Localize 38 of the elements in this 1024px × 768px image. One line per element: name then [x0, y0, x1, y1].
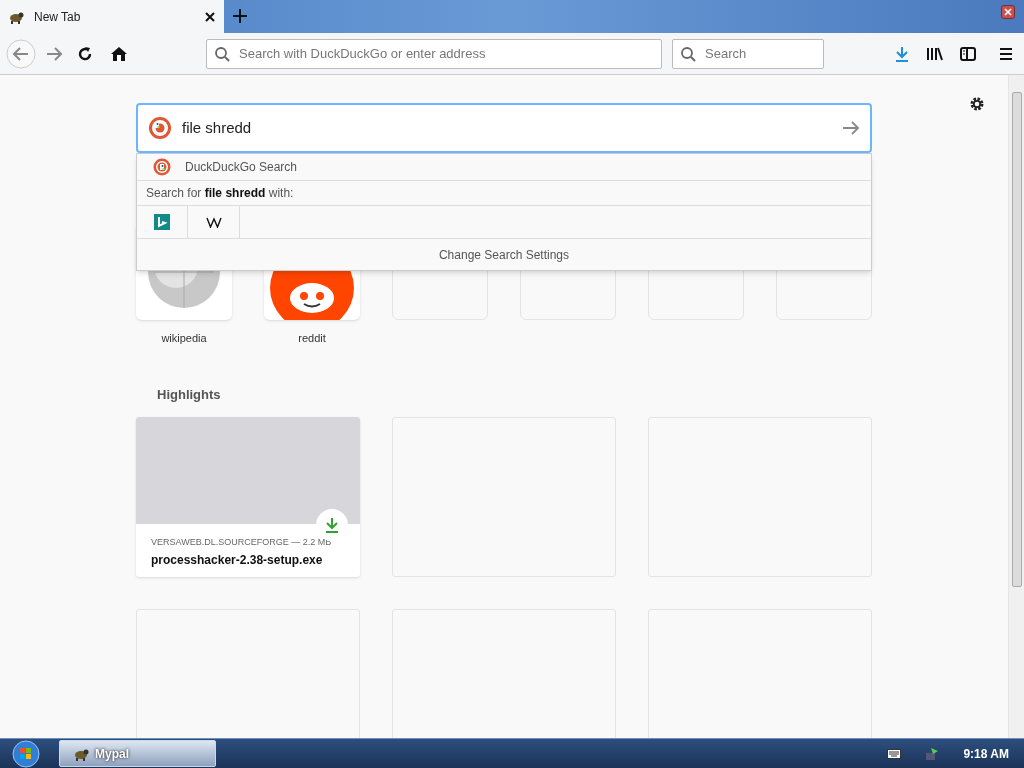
reload-icon[interactable]: [76, 44, 94, 63]
keyboard-icon[interactable]: [887, 748, 902, 759]
network-icon[interactable]: [925, 746, 940, 761]
scroll-thumb[interactable]: [1011, 92, 1022, 587]
download-icon: [325, 516, 339, 533]
library-icon[interactable]: [926, 45, 944, 62]
duck-icon: [153, 158, 171, 176]
duck-icon: [148, 116, 172, 140]
search-for-label: Search for file shredd with:: [146, 185, 294, 202]
tab[interactable]: New Tab: [0, 0, 224, 33]
download-icon[interactable]: [894, 45, 910, 62]
w-glyph-icon: [205, 216, 222, 228]
site-label[interactable]: reddit: [298, 330, 326, 344]
app-label: Mypal: [95, 745, 129, 763]
sidebar-icon[interactable]: [960, 45, 976, 62]
site-label[interactable]: wikipedia: [161, 330, 207, 344]
arrow-right-icon[interactable]: [842, 120, 860, 136]
settings-icon[interactable]: [969, 96, 985, 112]
search-field[interactable]: file shredd: [136, 103, 872, 153]
address-bar[interactable]: Search with DuckDuckGo or enter address: [206, 38, 662, 69]
card-title: processhacker-2.38-setup.exe: [151, 552, 323, 569]
start-orb-icon[interactable]: [12, 739, 40, 768]
scrollbar[interactable]: [1008, 75, 1024, 738]
menu-icon[interactable]: [998, 45, 1014, 62]
search-icon: [680, 45, 696, 62]
window-close-icon[interactable]: [1001, 5, 1015, 19]
new-tab-icon[interactable]: [232, 8, 248, 24]
search-bar[interactable]: Search: [672, 38, 824, 69]
dropdown-item[interactable]: DuckDuckGo Search: [137, 154, 871, 181]
section-title: Highlights: [157, 386, 221, 404]
back-icon[interactable]: [6, 38, 36, 69]
home-icon[interactable]: [110, 44, 128, 63]
search-input[interactable]: file shredd: [182, 116, 832, 140]
search-icon: [214, 45, 230, 62]
bing-icon: [154, 214, 170, 230]
close-icon[interactable]: [204, 10, 216, 23]
clock: 9:18 AM: [963, 745, 1009, 763]
settings-button[interactable]: Change Search Settings: [137, 239, 871, 270]
